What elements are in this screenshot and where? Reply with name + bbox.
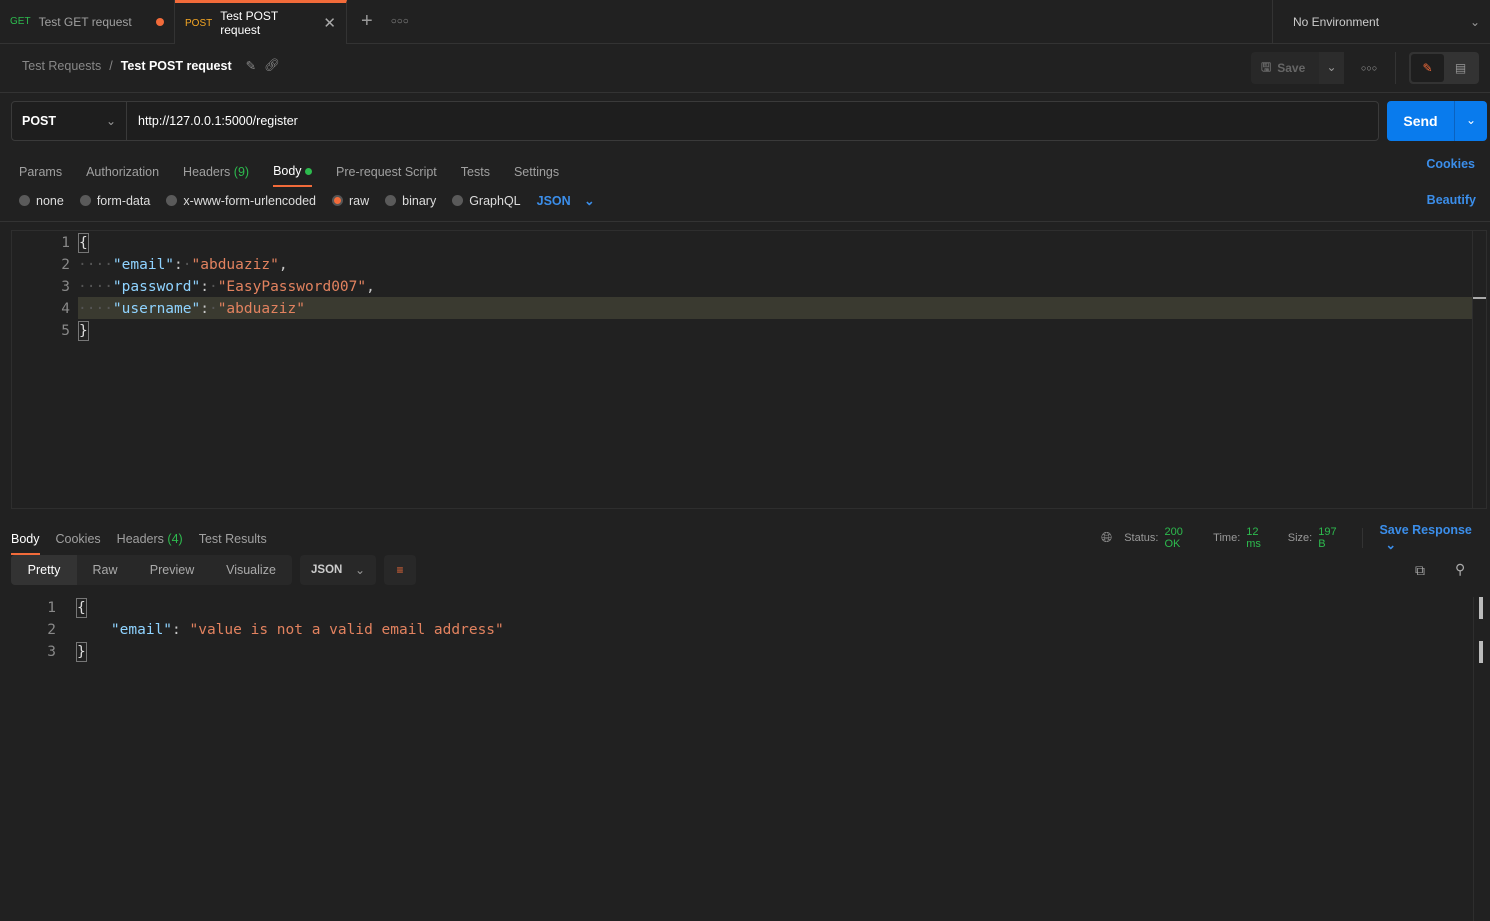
edit-pencil-icon[interactable]: ✎ xyxy=(246,58,256,73)
wrap-lines-icon[interactable]: ≡ xyxy=(384,555,416,585)
radio-x-www-form-urlencoded[interactable]: x-www-form-urlencoded xyxy=(166,194,316,208)
edit-mode-pencil-icon[interactable]: ✎ xyxy=(1411,54,1444,82)
search-icon[interactable]: ⚲ xyxy=(1455,561,1465,578)
divider xyxy=(0,92,1490,93)
body-type-radios: none form-data x-www-form-urlencoded raw… xyxy=(19,193,595,208)
chevron-down-icon: ⌄ xyxy=(1469,15,1480,29)
body-format-select[interactable]: JSON ⌄ xyxy=(537,193,595,208)
tab-settings[interactable]: Settings xyxy=(514,165,559,179)
active-dot-icon xyxy=(305,168,313,175)
chevron-down-icon: ⌄ xyxy=(1385,538,1396,552)
response-body-viewer: 1 2 3 { "email": "value is not a valid e… xyxy=(0,597,1490,921)
send-button[interactable]: Send xyxy=(1387,113,1454,129)
divider xyxy=(0,221,1490,222)
response-scrollbar[interactable] xyxy=(1473,597,1490,921)
chevron-down-icon: ⌄ xyxy=(105,114,116,128)
comments-icon[interactable]: ▤ xyxy=(1444,54,1477,82)
request-tab-bar: GET Test GET request POST Test POST requ… xyxy=(0,0,1490,44)
url-bar: POST ⌄ http://127.0.0.1:5000/register xyxy=(11,101,1379,141)
send-group: Send ⌄ xyxy=(1387,101,1487,141)
radio-form-data[interactable]: form-data xyxy=(79,194,150,208)
tab-pre-request-script[interactable]: Pre-request Script xyxy=(336,165,437,179)
more-tabs-icon[interactable]: ○○○ xyxy=(391,16,409,27)
response-tab-body[interactable]: Body xyxy=(11,532,40,555)
cookies-link[interactable]: Cookies xyxy=(1426,157,1475,171)
response-format-select[interactable]: JSON ⌄ xyxy=(300,555,376,585)
url-input[interactable]: http://127.0.0.1:5000/register xyxy=(127,114,298,128)
save-response-button[interactable]: Save Response ⌄ xyxy=(1379,523,1490,552)
save-disk-icon: 🖫 xyxy=(1261,59,1272,74)
globe-icon[interactable]: 🌐︎ xyxy=(1101,529,1112,546)
response-tab-test-results[interactable]: Test Results xyxy=(199,532,267,546)
beautify-link[interactable]: Beautify xyxy=(1427,193,1476,207)
response-view-toggle: Pretty Raw Preview Visualize xyxy=(11,555,292,585)
tab-authorization[interactable]: Authorization xyxy=(86,165,159,179)
copy-icon[interactable]: ⧉ xyxy=(1415,562,1425,579)
tab-tests[interactable]: Tests xyxy=(461,165,490,179)
link-icon[interactable]: 🔗︎ xyxy=(264,58,280,73)
unsaved-dot-icon xyxy=(156,17,164,26)
chevron-down-icon: ⌄ xyxy=(354,563,365,577)
method-select[interactable]: POST ⌄ xyxy=(12,102,127,140)
status-badge: 200 OK xyxy=(1164,525,1183,550)
editor-scrollbar[interactable] xyxy=(1472,231,1486,508)
view-pretty[interactable]: Pretty xyxy=(11,555,77,585)
tab-headers[interactable]: Headers (9) xyxy=(183,165,249,179)
view-toggle: ✎ ▤ xyxy=(1409,52,1479,84)
tab-test-get-request[interactable]: GET Test GET request xyxy=(0,0,175,44)
radio-none[interactable]: none xyxy=(19,194,64,208)
page-title: Test POST request xyxy=(120,58,232,73)
view-visualize[interactable]: Visualize xyxy=(211,563,291,577)
request-tabs: Params Authorization Headers (9) Body Pr… xyxy=(19,157,559,187)
send-options-chevron[interactable]: ⌄ xyxy=(1454,101,1487,141)
radio-graphql[interactable]: GraphQL xyxy=(452,194,521,208)
view-preview[interactable]: Preview xyxy=(133,563,211,577)
response-tabs: Body Cookies Headers (4) Test Results xyxy=(11,523,267,555)
response-tab-headers[interactable]: Headers (4) xyxy=(117,532,183,546)
environment-select[interactable]: No Environment ⌄ xyxy=(1272,0,1490,44)
view-raw[interactable]: Raw xyxy=(77,563,133,577)
save-options-chevron[interactable]: ⌄ xyxy=(1319,52,1344,84)
tab-params[interactable]: Params xyxy=(19,165,62,179)
tab-body[interactable]: Body xyxy=(273,164,313,187)
radio-binary[interactable]: binary xyxy=(385,194,436,208)
chevron-down-icon: ⌄ xyxy=(584,194,595,208)
response-tab-cookies[interactable]: Cookies xyxy=(56,532,101,546)
close-icon[interactable]: ✕ xyxy=(323,14,336,32)
divider xyxy=(1362,527,1364,548)
request-body-editor[interactable]: 1 2 3 4 5 { ····"email":·"abduaziz", ···… xyxy=(11,230,1487,509)
radio-raw[interactable]: raw xyxy=(332,194,369,208)
more-options-icon[interactable]: ○○○ xyxy=(1361,63,1377,73)
save-button[interactable]: 🖫 Save xyxy=(1251,58,1319,79)
new-tab-plus-icon[interactable]: + xyxy=(361,10,373,33)
breadcrumb-collection[interactable]: Test Requests xyxy=(22,59,101,73)
breadcrumb: Test Requests / Test POST request ✎ 🔗︎ xyxy=(22,58,280,73)
save-group: 🖫 Save ⌄ xyxy=(1251,52,1344,84)
response-meta: 🌐︎ Status: 200 OK Time: 12 ms Size: 197 B S… xyxy=(1101,523,1490,552)
divider xyxy=(1395,52,1396,84)
tab-test-post-request[interactable]: POST Test POST request ✕ xyxy=(175,0,347,44)
